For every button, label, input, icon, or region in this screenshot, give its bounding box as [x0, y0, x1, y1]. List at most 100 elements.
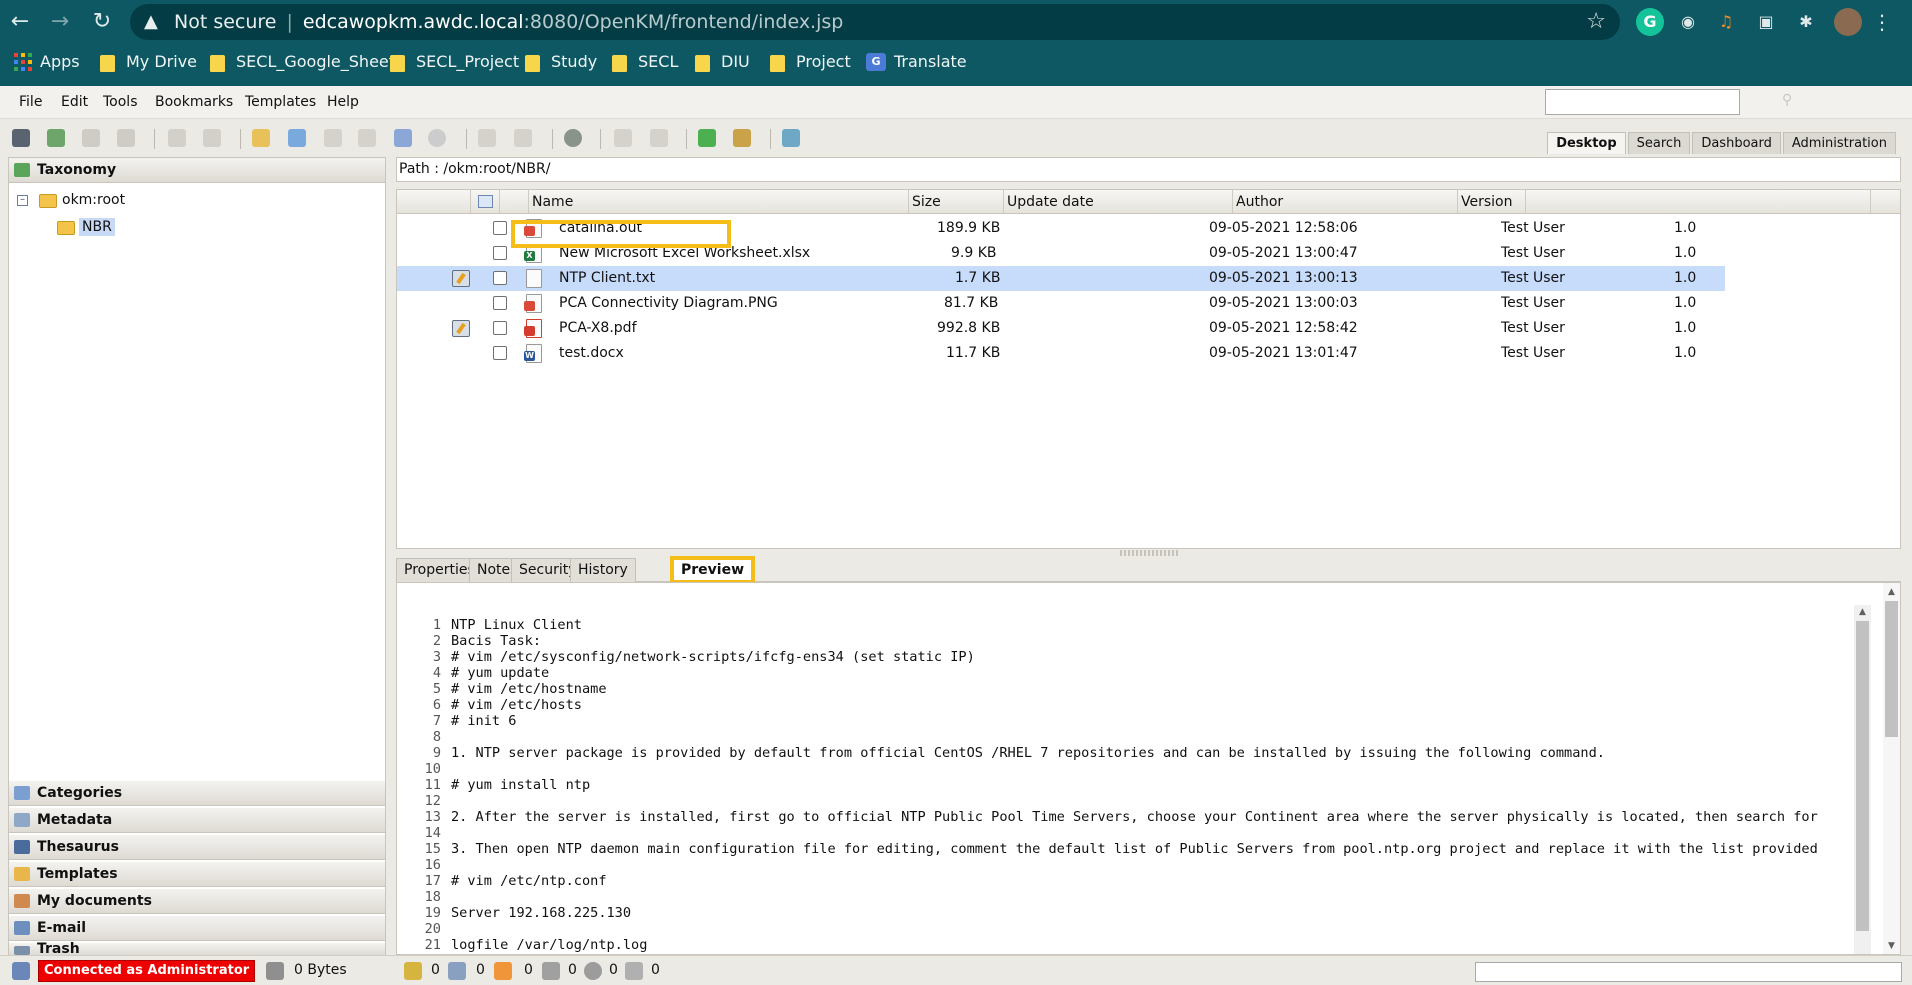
- scroll-up-arrow-icon[interactable]: ▲: [1854, 605, 1871, 619]
- tab-dashboard[interactable]: Dashboard: [1692, 132, 1781, 154]
- table-row[interactable]: PCA Connectivity Diagram.PNG 81.7 KB 09-…: [397, 291, 1725, 316]
- global-search-input[interactable]: [1545, 89, 1740, 115]
- scanner-icon[interactable]: [12, 129, 30, 147]
- column-update-date[interactable]: Update date: [1004, 190, 1233, 214]
- checkin-icon[interactable]: [358, 129, 376, 147]
- row-checkbox[interactable]: [493, 321, 507, 335]
- home-icon[interactable]: [733, 129, 751, 147]
- add-document-icon[interactable]: [47, 129, 65, 147]
- tab-administration[interactable]: Administration: [1782, 132, 1896, 154]
- scroll-up-arrow-icon[interactable]: ▲: [1883, 585, 1900, 599]
- checkout-documents-icon[interactable]: [448, 962, 466, 980]
- workflow-gear-icon[interactable]: [564, 129, 582, 147]
- add-subscription-icon[interactable]: [614, 129, 632, 147]
- bookmark-project[interactable]: Project: [770, 46, 851, 78]
- profile-avatar[interactable]: [1834, 8, 1862, 36]
- stack-trash[interactable]: Trash: [9, 941, 385, 957]
- audio-extension-icon[interactable]: ♫: [1712, 8, 1740, 36]
- remove-subscription-icon[interactable]: [650, 129, 668, 147]
- tree-node-root[interactable]: – okm:root: [17, 192, 217, 212]
- extensions-puzzle-icon[interactable]: ✱: [1792, 8, 1820, 36]
- news-icon[interactable]: [542, 962, 560, 980]
- stack-metadata[interactable]: Metadata: [9, 808, 385, 833]
- add-file-icon[interactable]: [288, 129, 306, 147]
- bookmark-secl-project[interactable]: SECL_Project: [390, 46, 519, 78]
- file-name[interactable]: test.docx: [559, 341, 624, 366]
- preview-outer-scrollbar[interactable]: ▲ ▼: [1883, 583, 1900, 954]
- table-row[interactable]: PCA-X8.pdf 992.8 KB 09-05-2021 12:58:42 …: [397, 316, 1725, 341]
- search-icon[interactable]: ⚲: [1782, 92, 1792, 108]
- property-group-remove-icon[interactable]: [514, 129, 532, 147]
- create-folder-icon[interactable]: [252, 129, 270, 147]
- export-icon[interactable]: [782, 129, 800, 147]
- file-name[interactable]: NTP Client.txt: [559, 266, 655, 291]
- scrollbar-thumb[interactable]: [1885, 601, 1898, 737]
- tab-history[interactable]: History: [570, 558, 636, 582]
- column-version[interactable]: Version: [1458, 190, 1526, 214]
- locked-documents-icon[interactable]: [404, 962, 422, 980]
- tree-node-nbr[interactable]: NBR: [57, 218, 157, 239]
- row-checkbox[interactable]: [493, 221, 507, 235]
- menu-templates[interactable]: Templates: [245, 94, 316, 110]
- checkout-icon[interactable]: [324, 129, 342, 147]
- stack-email[interactable]: E-mail: [9, 916, 385, 941]
- bookmark-star-icon[interactable]: ☆: [1586, 4, 1606, 40]
- menu-edit[interactable]: Edit: [61, 94, 88, 110]
- row-checkbox[interactable]: [493, 346, 507, 360]
- property-group-add-icon[interactable]: [478, 129, 496, 147]
- grammarly-extension-icon[interactable]: G: [1636, 8, 1664, 36]
- subscriptions-icon[interactable]: [494, 962, 512, 980]
- unlock-icon[interactable]: [203, 129, 221, 147]
- camera-extension-icon[interactable]: ◉: [1674, 8, 1702, 36]
- column-author[interactable]: Author: [1233, 190, 1458, 214]
- tab-search[interactable]: Search: [1627, 132, 1691, 154]
- table-row[interactable]: W test.docx 11.7 KB 09-05-2021 13:01:47 …: [397, 341, 1725, 366]
- menu-tools[interactable]: Tools: [103, 94, 138, 110]
- stack-taxonomy[interactable]: Taxonomy: [9, 158, 385, 183]
- bookmark-diu[interactable]: DIU: [695, 46, 750, 78]
- tab-preview[interactable]: Preview: [670, 556, 756, 584]
- stack-my-documents[interactable]: My documents: [9, 889, 385, 914]
- bookmark-secl-google-sheet[interactable]: SECL_Google_Sheet: [210, 46, 395, 78]
- column-name[interactable]: Name: [529, 190, 909, 214]
- workflow-gear-icon[interactable]: [584, 962, 602, 980]
- table-row-selected[interactable]: NTP Client.txt 1.7 KB 09-05-2021 13:00:1…: [397, 266, 1725, 291]
- row-checkbox[interactable]: [493, 271, 507, 285]
- cancel-icon[interactable]: [428, 129, 446, 147]
- preview-inner-scrollbar[interactable]: ▲: [1854, 605, 1871, 954]
- stack-templates[interactable]: Templates: [9, 862, 385, 887]
- vertical-splitter[interactable]: [388, 157, 396, 955]
- scrollbar-thumb[interactable]: [1856, 621, 1869, 931]
- file-name[interactable]: PCA-X8.pdf: [559, 316, 637, 341]
- reload-icon[interactable]: ↻: [86, 6, 118, 38]
- select-all-column[interactable]: [471, 190, 500, 214]
- menu-bookmarks[interactable]: Bookmarks: [155, 94, 233, 110]
- refresh-icon[interactable]: [698, 129, 716, 147]
- menu-help[interactable]: Help: [327, 94, 359, 110]
- tab-desktop[interactable]: Desktop: [1547, 132, 1626, 154]
- screen-capture-extension-icon[interactable]: ▣: [1752, 8, 1780, 36]
- address-bar[interactable]: ▲ Not secure | edcawopkm.awdc.local:8080/O…: [130, 4, 1620, 40]
- print-icon[interactable]: [117, 129, 135, 147]
- bookmark-my-drive[interactable]: My Drive: [100, 46, 197, 78]
- row-checkbox[interactable]: [493, 246, 507, 260]
- row-checkbox[interactable]: [493, 296, 507, 310]
- back-arrow-icon[interactable]: ←: [4, 6, 36, 38]
- forward-arrow-icon[interactable]: →: [44, 6, 76, 38]
- bookmark-translate[interactable]: G Translate: [866, 46, 967, 78]
- column-size[interactable]: Size: [909, 190, 1004, 214]
- file-name[interactable]: PCA Connectivity Diagram.PNG: [559, 291, 778, 316]
- browser-menu-icon[interactable]: ⋮: [1868, 8, 1896, 36]
- bookmark-study[interactable]: Study: [525, 46, 597, 78]
- lock-icon[interactable]: [168, 129, 186, 147]
- menu-file[interactable]: File: [19, 94, 42, 110]
- collapse-toggle-icon[interactable]: –: [17, 195, 28, 206]
- bookmark-apps[interactable]: Apps: [14, 46, 80, 78]
- bookmark-secl[interactable]: SECL: [612, 46, 678, 78]
- scroll-down-arrow-icon[interactable]: ▼: [1883, 939, 1900, 953]
- update-document-icon[interactable]: [394, 129, 412, 147]
- stack-thesaurus[interactable]: Thesaurus: [9, 835, 385, 860]
- delete-document-icon[interactable]: [82, 129, 100, 147]
- attachment-icon[interactable]: [625, 962, 643, 980]
- stack-categories[interactable]: Categories: [9, 781, 385, 806]
